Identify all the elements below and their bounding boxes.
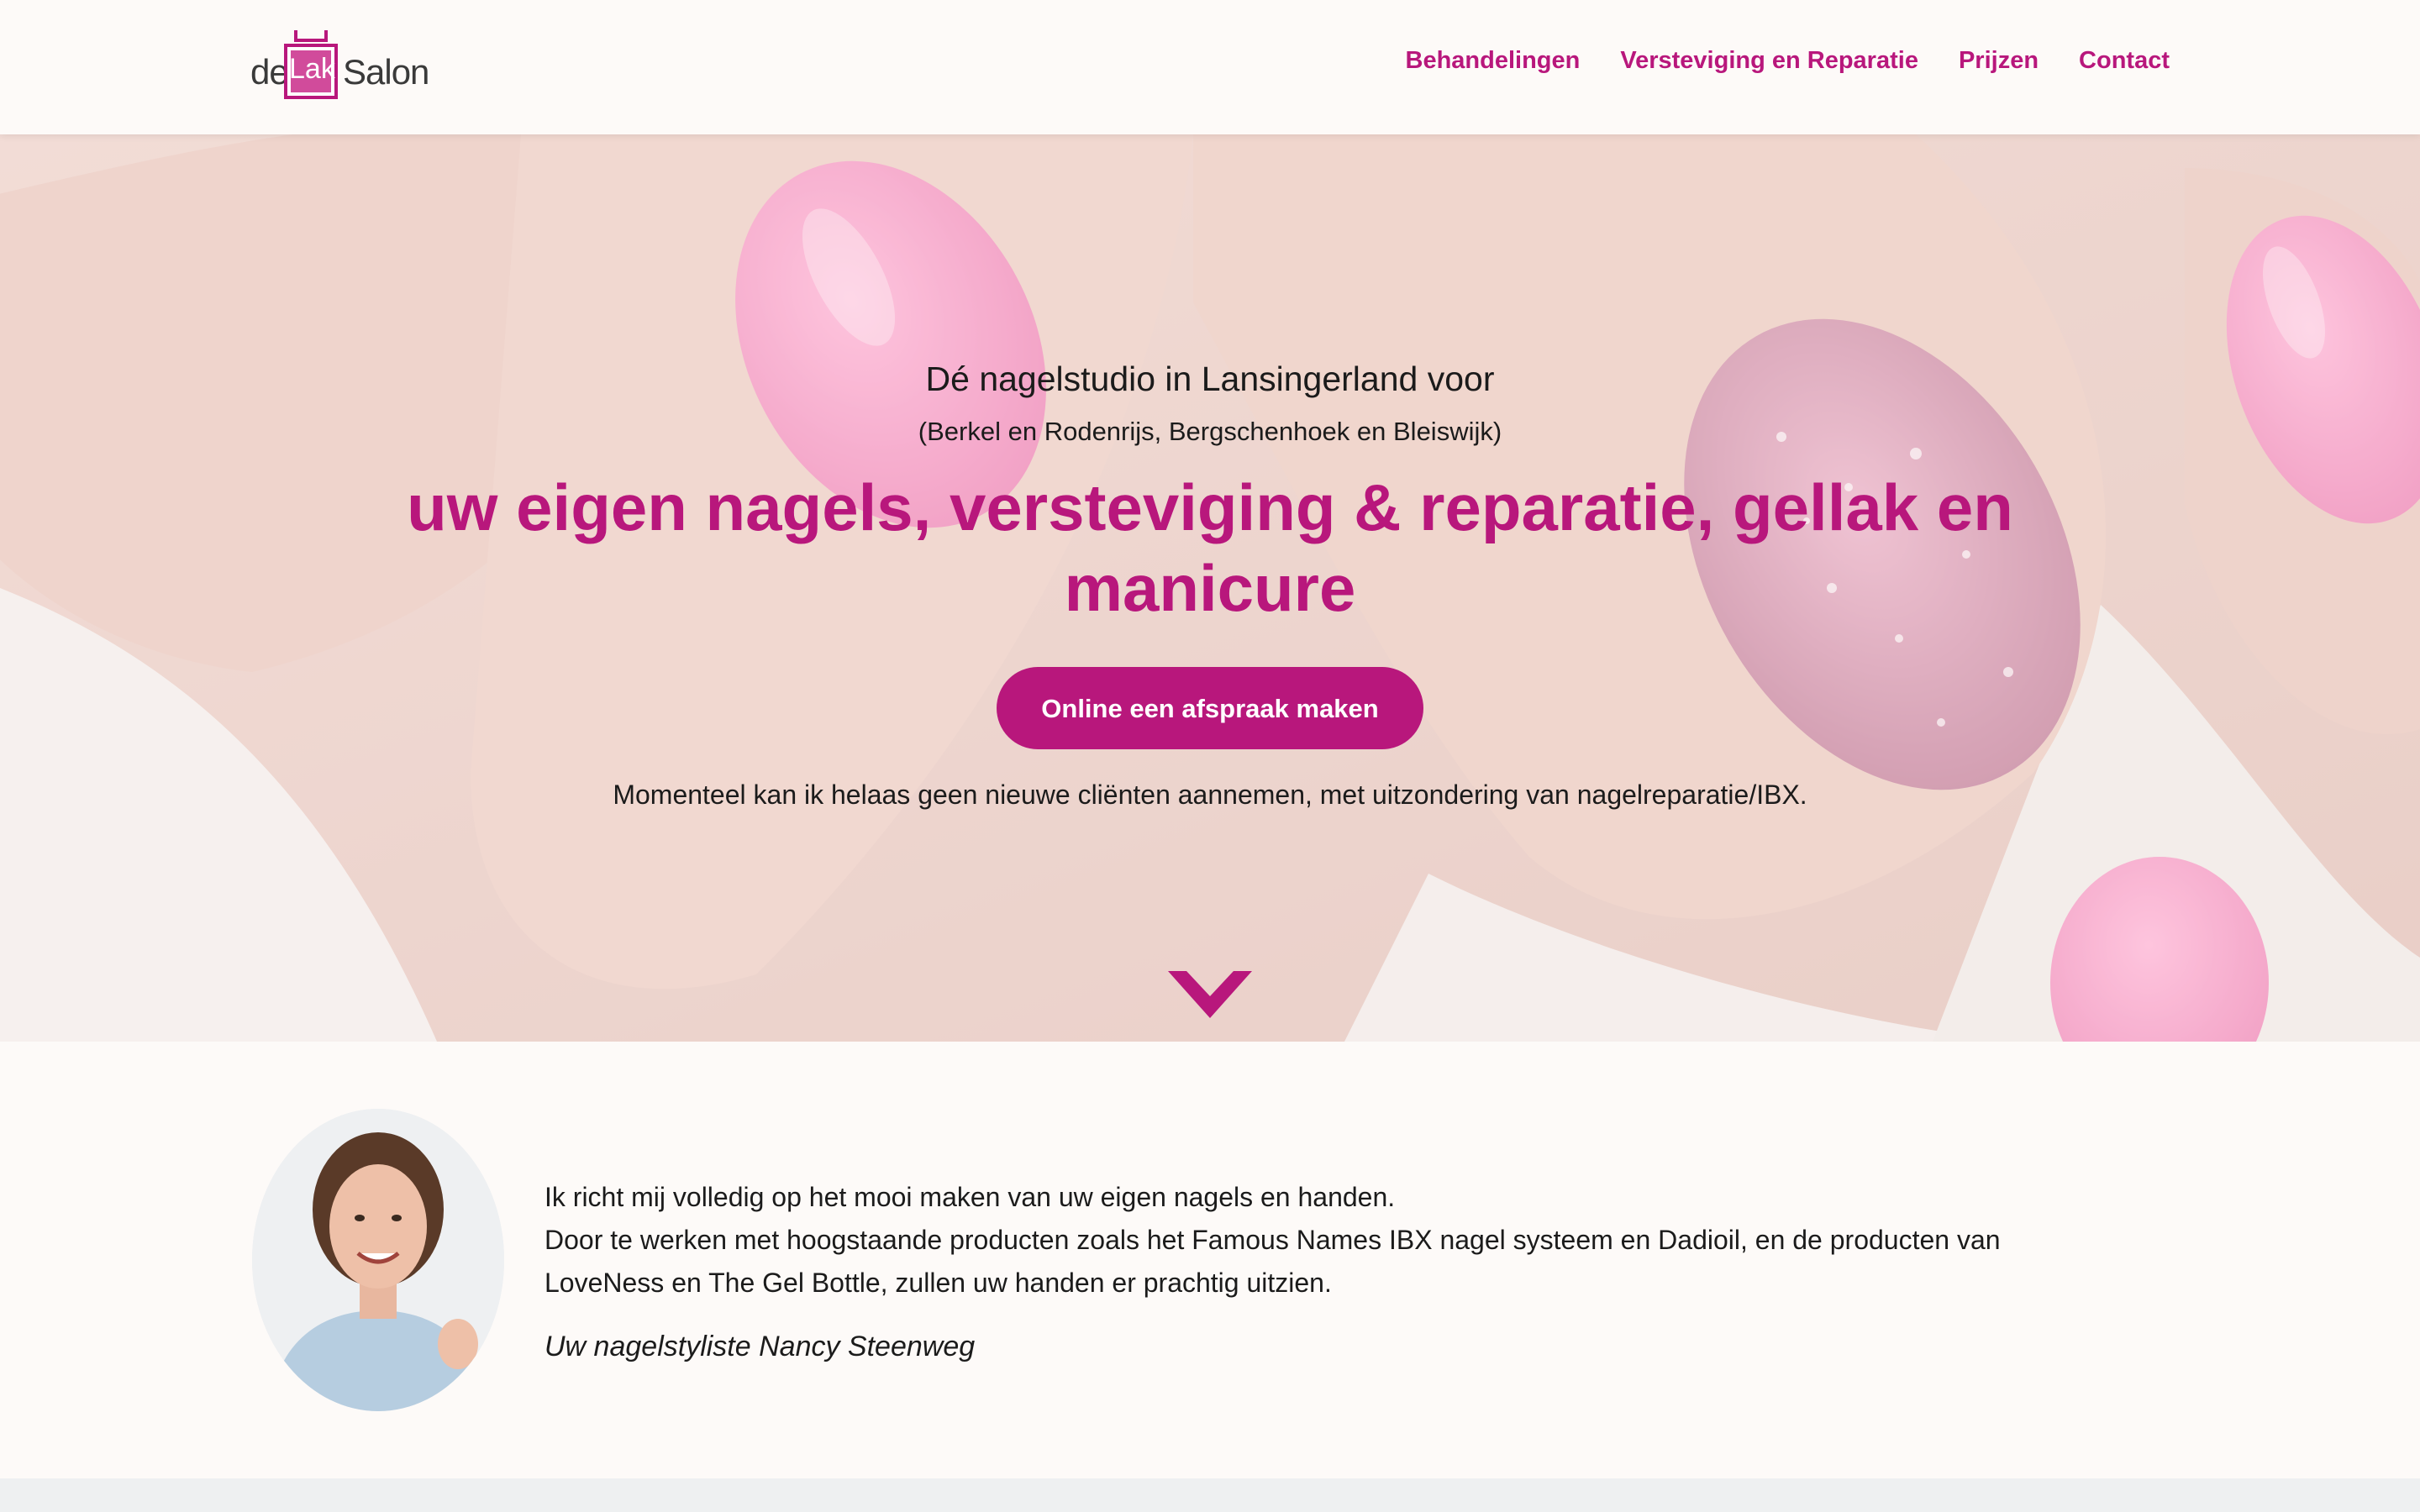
logo-suffix: Salon [343, 52, 429, 92]
portrait-image [252, 1109, 504, 1411]
main-navigation: Behandelingen Versteviging en Reparatie … [1406, 47, 2170, 75]
site-header: de Lak Salon Behandelingen Versteviging … [0, 0, 2420, 134]
hero-content: Dé nagelstudio in Lansingerland voor (Be… [0, 134, 2420, 1042]
about-section: Ik richt mij volledig op het mooi maken … [0, 1042, 2420, 1478]
stylist-signature: Uw nagelstyliste Nancy Steenweg [544, 1331, 976, 1362]
nav-item-behandelingen[interactable]: Behandelingen [1406, 47, 1581, 75]
nav-item-contact[interactable]: Contact [2079, 47, 2170, 75]
nav-item-prijzen[interactable]: Prijzen [1959, 47, 2039, 75]
site-logo[interactable]: de Lak Salon [250, 22, 429, 109]
footer-strip [0, 1478, 2420, 1512]
stylist-portrait [252, 1109, 504, 1411]
chevron-down-icon[interactable] [1168, 971, 1252, 1018]
nav-item-versteviging-reparatie[interactable]: Versteviging en Reparatie [1620, 47, 1918, 75]
hero-section: Dé nagelstudio in Lansingerland voor (Be… [0, 134, 2420, 1042]
about-text: Ik richt mij volledig op het mooi maken … [544, 1176, 2091, 1305]
logo-highlight: Lak [289, 53, 335, 85]
hero-subtitle: Dé nagelstudio in Lansingerland voor [925, 360, 1495, 398]
hero-title: uw eigen nagels, versteviging & reparati… [407, 470, 2013, 625]
about-line-2: Door te werken met hoogstaande producten… [544, 1225, 2001, 1298]
hero-locations: (Berkel en Rodenrijs, Bergschenhoek en B… [918, 417, 1502, 446]
about-line-1: Ik richt mij volledig op het mooi maken … [544, 1182, 1396, 1212]
book-appointment-button[interactable]: Online een afspraak maken [997, 667, 1423, 749]
hero-notice: Momenteel kan ik helaas geen nieuwe clië… [613, 780, 1807, 810]
